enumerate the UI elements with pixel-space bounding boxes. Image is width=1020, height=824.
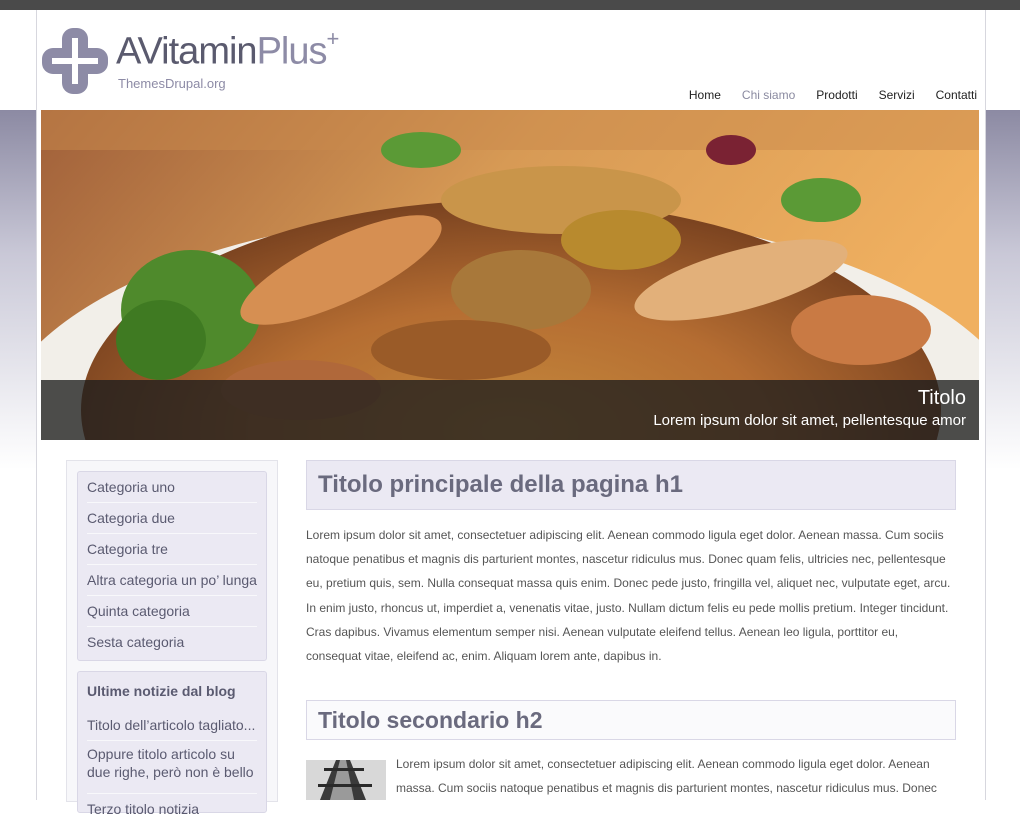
sidebar: Categoria uno Categoria due Categoria tr… (66, 460, 278, 817)
page-title-box: Titolo principale della pagina h1 (306, 460, 956, 510)
section-paragraph: Lorem ipsum dolor sit amet, consectetuer… (396, 757, 937, 796)
logo-name-sup: + (326, 26, 339, 51)
page-title: Titolo principale della pagina h1 (318, 471, 683, 498)
logo-name-dark: AVitamin (116, 30, 258, 73)
hero-caption: Titolo Lorem ipsum dolor sit amet, pelle… (41, 380, 979, 440)
blog-item[interactable]: Oppure titolo articolo su due righe, per… (87, 741, 257, 794)
blog-block-title: Ultime notizie dal blog (87, 683, 236, 699)
plus-logo-icon[interactable] (42, 28, 108, 94)
main-navigation: Home Chi siamo Prodotti Servizi Contatti (668, 88, 977, 102)
article-thumbnail[interactable] (306, 760, 386, 800)
category-item[interactable]: Categoria uno (87, 472, 257, 503)
hero-caption-text: Lorem ipsum dolor sit amet, pellentesque… (653, 412, 966, 429)
category-item[interactable]: Quinta categoria (87, 596, 257, 627)
category-item[interactable]: Categoria tre (87, 534, 257, 565)
category-item[interactable]: Sesta categoria (87, 627, 257, 657)
section-title: Titolo secondario h2 (318, 707, 543, 733)
eiffel-tower-image (306, 760, 386, 800)
blog-item[interactable]: Titolo dell’articolo tagliato... (87, 710, 257, 741)
nav-item-chi-siamo[interactable]: Chi siamo (742, 88, 795, 102)
top-bar (0, 0, 1020, 10)
logo-name-light: Plus (256, 30, 328, 73)
nav-item-home[interactable]: Home (689, 88, 721, 102)
nav-item-contatti[interactable]: Contatti (936, 88, 977, 102)
hero-caption-title: Titolo (917, 387, 966, 409)
blog-news-block: Ultime notizie dal blog Titolo dell’arti… (77, 671, 267, 817)
nav-item-prodotti[interactable]: Prodotti (816, 88, 857, 102)
blog-item[interactable]: Terzo titolo notizia (87, 794, 257, 824)
site-logo-title[interactable]: AVitaminPlus+ (116, 26, 339, 74)
site-tagline: ThemesDrupal.org (118, 76, 226, 91)
intro-paragraph: Lorem ipsum dolor sit amet, consectetuer… (306, 528, 951, 664)
hero-slideshow[interactable]: Titolo Lorem ipsum dolor sit amet, pelle… (41, 110, 979, 440)
nav-item-servizi[interactable]: Servizi (879, 88, 915, 102)
category-menu: Categoria uno Categoria due Categoria tr… (77, 471, 267, 661)
category-item[interactable]: Categoria due (87, 503, 257, 534)
section-title-box: Titolo secondario h2 (306, 700, 956, 740)
category-item[interactable]: Altra categoria un po’ lunga (87, 565, 257, 596)
